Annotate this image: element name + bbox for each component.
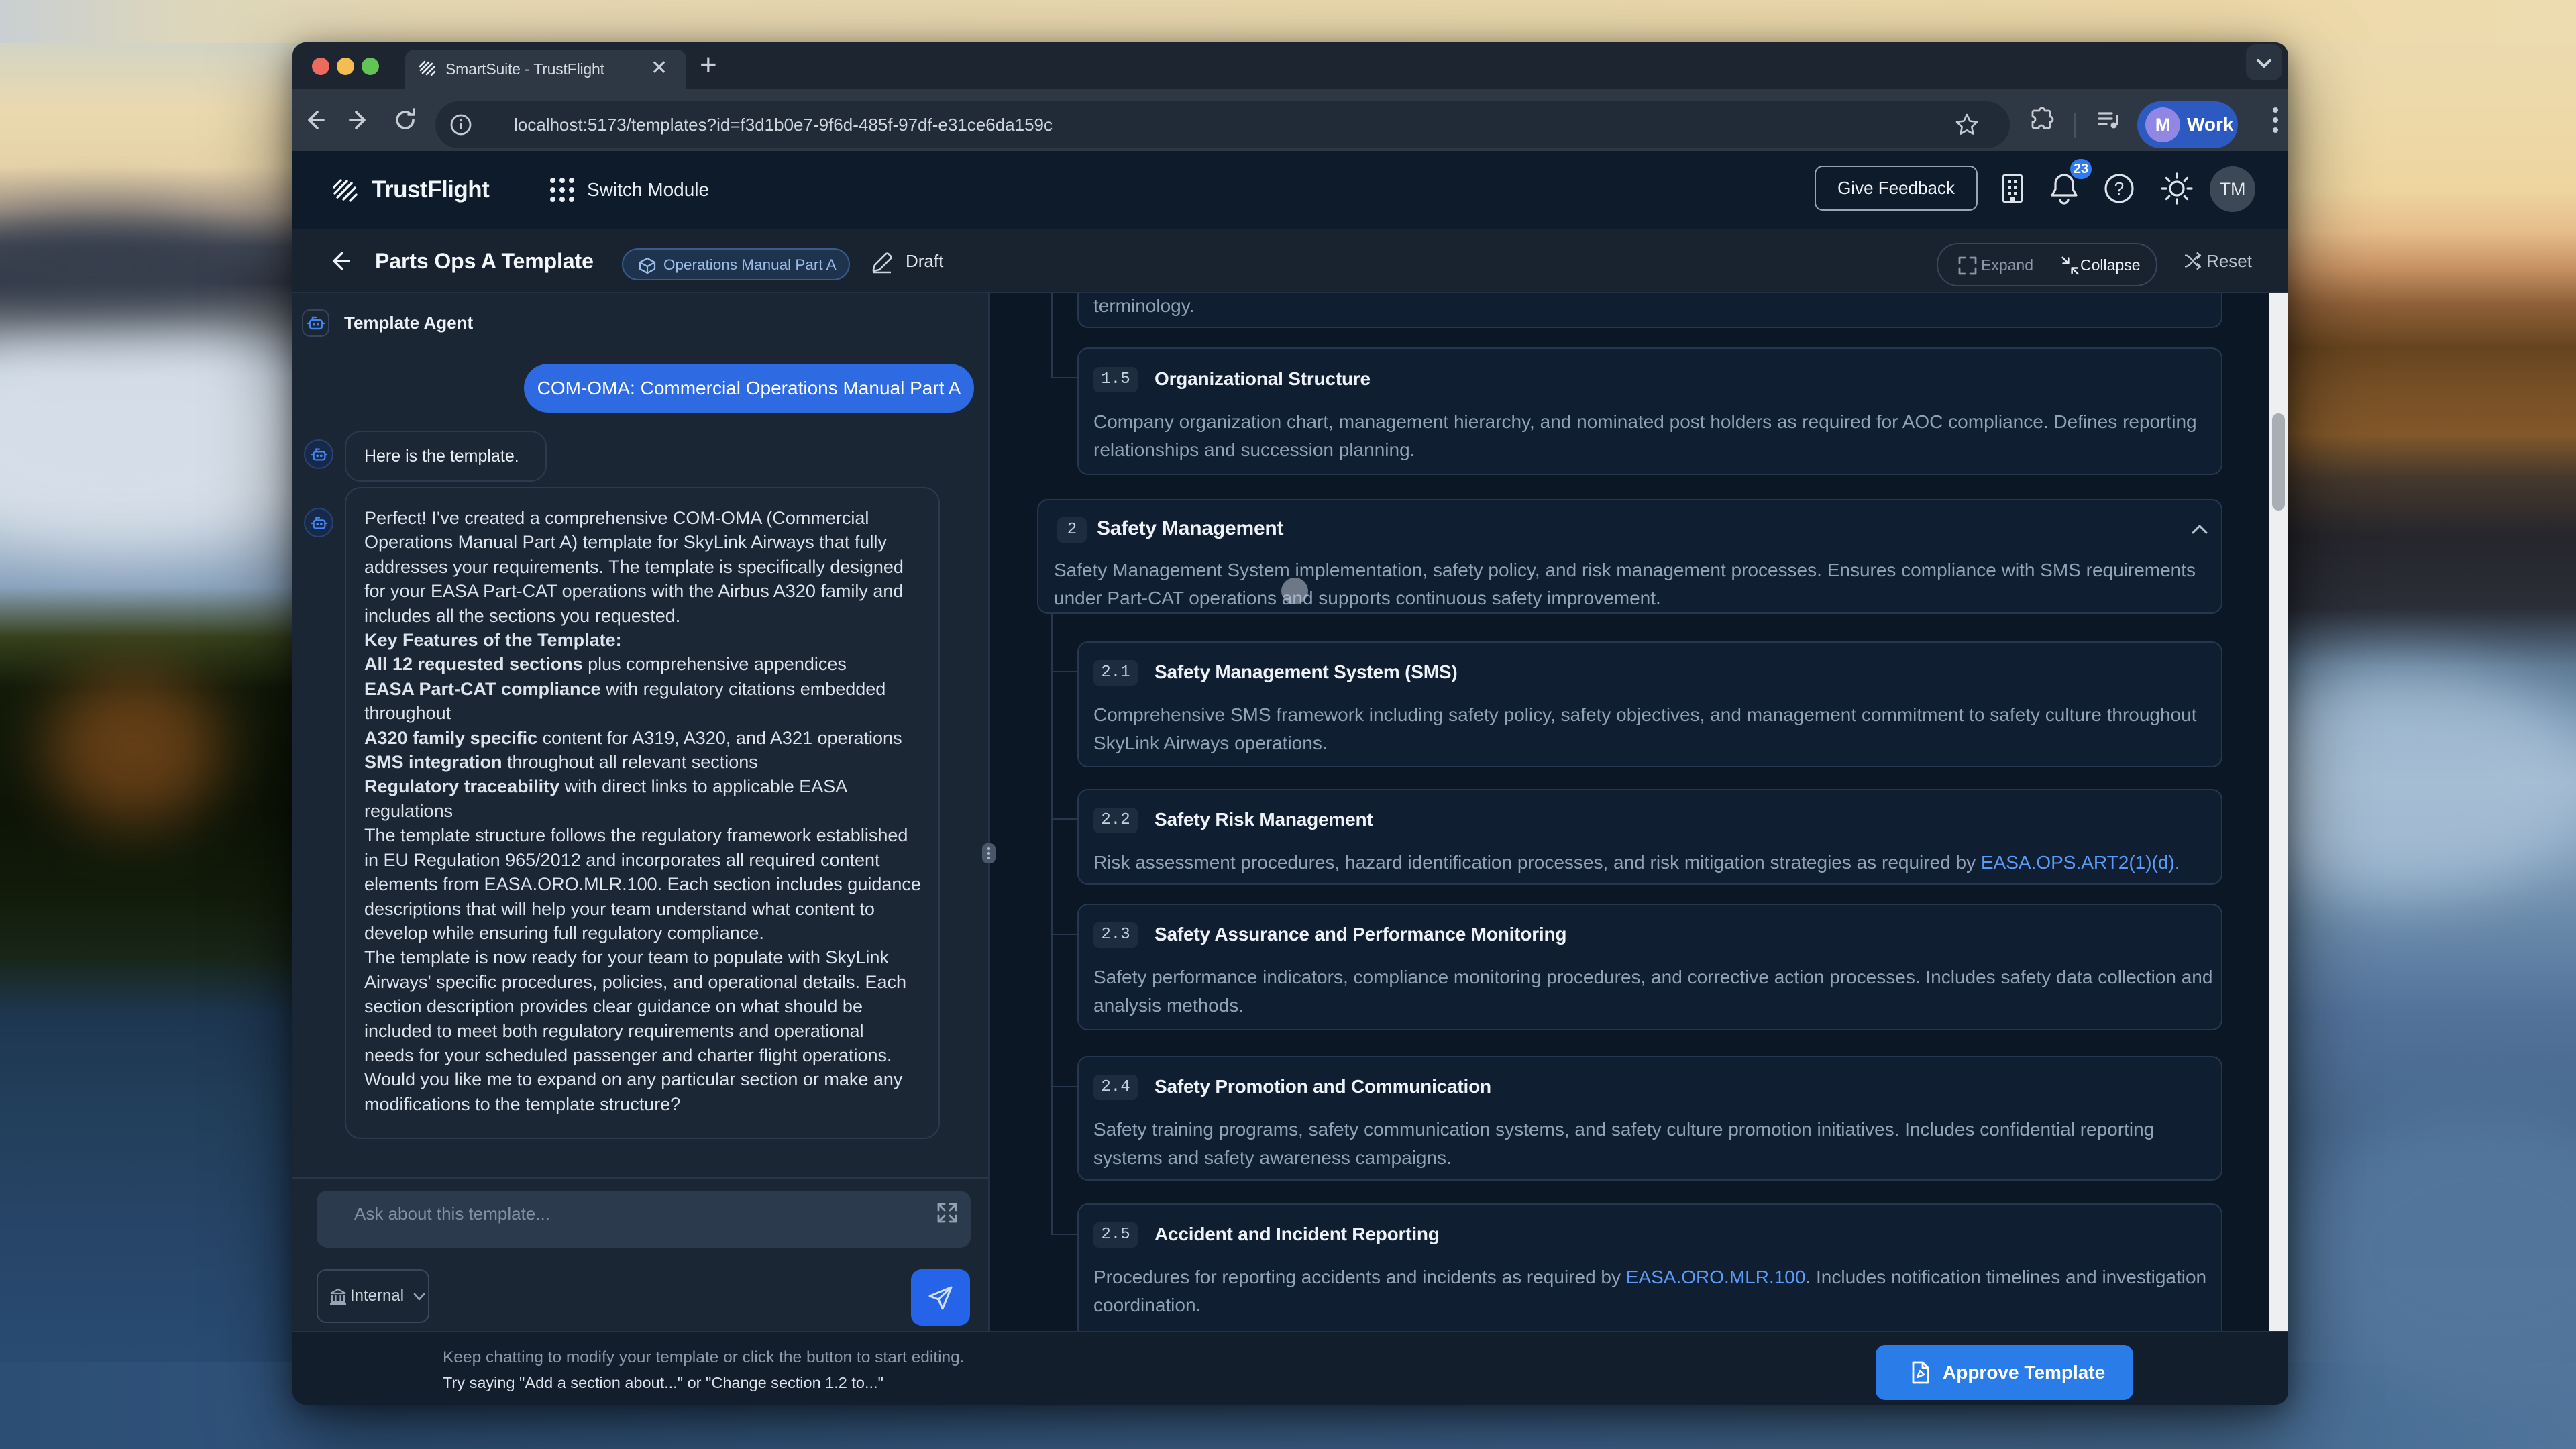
svg-text:?: ? xyxy=(2114,178,2124,199)
